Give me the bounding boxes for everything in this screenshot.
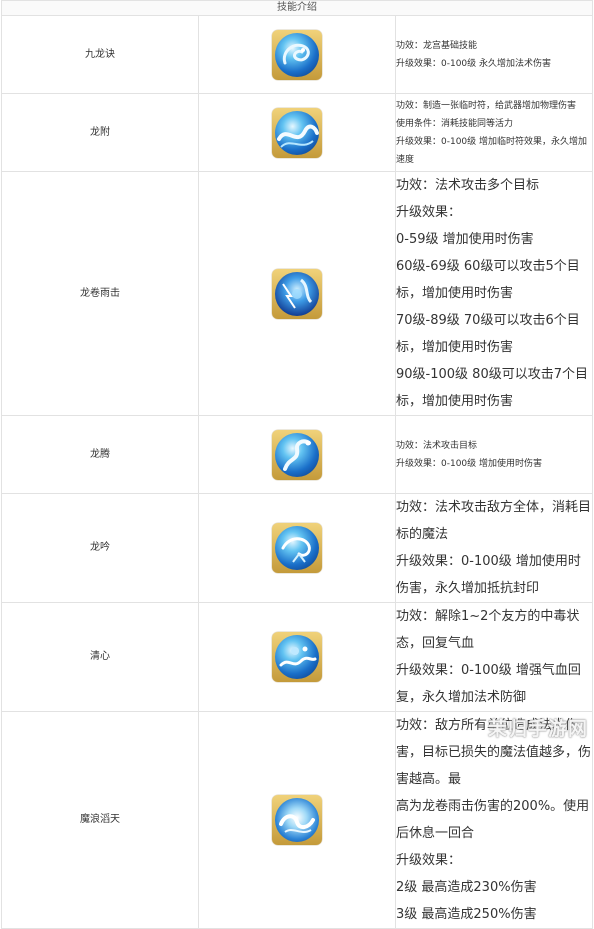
skill-desc-line: 3级 最高造成250%伤害 xyxy=(396,907,537,922)
dragon-storm-icon xyxy=(272,268,322,319)
skill-name: 清心 xyxy=(1,602,199,712)
skill-desc-line: 升级效果：0-100级 增加使用时伤害 xyxy=(396,458,543,469)
skill-desc-line: 功效：龙宫基础技能 xyxy=(396,40,478,51)
dragon-roar-icon xyxy=(272,523,322,573)
skill-name: 龙腾 xyxy=(1,415,199,494)
skill-name: 龙吟 xyxy=(1,493,199,603)
rising-dragon-icon xyxy=(272,429,322,480)
skill-name: 九龙诀 xyxy=(1,15,199,94)
skill-desc-line: 使用条件：消耗技能同等活力 xyxy=(396,118,514,129)
table-row: 龙附 功效：制造一张临时符，给武器增加物理伤害 使用条件：消耗技能同等活力 升级… xyxy=(1,93,593,172)
table-row: 魔浪滔天 功效：敌方所有单位造成法术伤害，目标已损失的魔法值越多，伤害越高。最 … xyxy=(1,711,593,929)
skill-desc-line: 功效：制造一张临时符，给武器增加物理伤害 xyxy=(396,100,577,111)
site-watermark: 茉归手游网 xyxy=(487,718,588,740)
skill-desc-line: 60级-69级 60级可以攻击5个目标，增加使用时伤害 xyxy=(396,259,580,301)
skill-desc-line: 升级效果：0-100级 增强气血回复，永久增加法术防御 xyxy=(396,663,581,705)
skill-table: 技能介绍 九龙诀 功效：龙宫基础技能 升级效果：0-100级 永久增加法术伤害 … xyxy=(1,0,593,929)
skill-desc-line: 升级效果： xyxy=(396,853,462,868)
table-row: 龙腾 功效：法术攻击目标 升级效果：0-100级 增加使用时伤害 xyxy=(1,415,593,494)
table-row: 清心 功效：解除1~2个友方的中毒状态，回复气血 升级效果：0-100级 增强气… xyxy=(1,602,593,712)
skill-desc-line: 升级效果： xyxy=(396,205,462,220)
skill-desc-line: 0-59级 增加使用时伤害 xyxy=(396,232,534,247)
table-header-row: 技能介绍 xyxy=(1,0,593,16)
skill-desc-line: 升级效果：0-100级 增加使用时伤害，永久增加抵抗封印 xyxy=(396,554,581,596)
table-row: 龙卷雨击 功效：法术攻击多个目标 升级效果： 0-59级 增加使用时伤害 60级… xyxy=(1,171,593,416)
water-wave-icon xyxy=(272,107,322,158)
skill-desc-line: 升级效果：0-100级 增加临时符效果，永久增加速度 xyxy=(396,136,588,165)
skill-desc-line: 2级 最高造成230%伤害 xyxy=(396,880,537,895)
skill-desc-line: 90级-100级 80级可以攻击7个目标，增加使用时伤害 xyxy=(396,367,588,409)
table-row: 九龙诀 功效：龙宫基础技能 升级效果：0-100级 永久增加法术伤害 xyxy=(1,15,593,94)
skill-name: 龙卷雨击 xyxy=(1,171,199,416)
skill-desc-line: 功效：法术攻击目标 xyxy=(396,440,478,451)
dragon-swirl-icon xyxy=(272,29,322,80)
table-row: 龙吟 功效：法术攻击敌方全体，消耗目标的魔法 升级效果：0-100级 增加使用时… xyxy=(1,493,593,603)
skill-desc-line: 70级-89级 70级可以攻击6个目标，增加使用时伤害 xyxy=(396,313,580,355)
skill-desc-line: 功效：法术攻击多个目标 xyxy=(396,178,540,193)
skill-desc-line: 升级效果：0-100级 永久增加法术伤害 xyxy=(396,58,552,69)
skill-desc-line: 功效：法术攻击敌方全体，消耗目标的魔法 xyxy=(396,500,592,542)
cleanse-wave-icon xyxy=(272,632,322,682)
skill-desc-line: 功效：解除1~2个友方的中毒状态，回复气血 xyxy=(396,609,580,651)
tidal-wave-icon xyxy=(272,795,322,845)
skill-desc-line: 高为龙卷雨击伤害的200%。使用后休息一回合 xyxy=(396,799,590,841)
skill-name: 魔浪滔天 xyxy=(1,711,199,929)
table-title: 技能介绍 xyxy=(1,0,593,16)
skill-name: 龙附 xyxy=(1,93,199,172)
